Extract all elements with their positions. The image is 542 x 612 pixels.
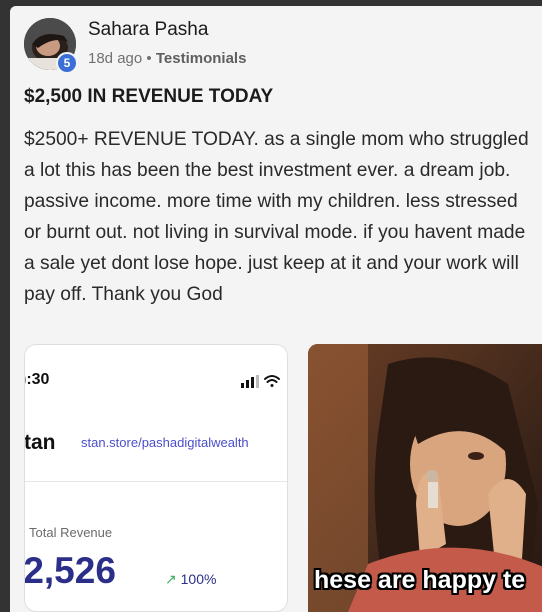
growth-value: 100% [180,571,217,587]
revenue-value: ˈ2,526 [24,550,116,591]
post-card: 5 Sahara Pasha 18d ago • Testimonials $2… [10,6,542,612]
post-body: $2500+ REVENUE TODAY. as a single mom wh… [24,129,529,305]
attachment-screenshot[interactable]: ):30 ˈtan stan.store/pashadigitalwealth … [24,344,288,612]
attachment-gif[interactable]: hese are happy te [308,344,542,612]
phone-time: ):30 [25,371,50,388]
post-title: $2,500 IN REVENUE TODAY [24,86,274,107]
signal-icon [241,375,259,388]
store-url: stan.store/pashadigitalwealth [81,435,249,450]
revenue-label: Total Revenue [29,525,113,540]
post-category[interactable]: Testimonials [156,50,247,67]
post-time: 18d ago [88,50,143,67]
status-icons [241,375,280,388]
growth-indicator: ↗ 100% [165,571,216,588]
store-brand: ˈtan [24,431,56,454]
divider [25,481,287,482]
wifi-icon [264,375,280,387]
meta-separator: • [146,50,152,67]
post-meta: 18d ago • Testimonials [88,50,246,67]
trend-up-icon: ↗ [165,571,177,587]
level-badge: 5 [56,52,78,74]
author-name[interactable]: Sahara Pasha [88,19,208,41]
gif-caption: hese are happy te [314,566,526,594]
